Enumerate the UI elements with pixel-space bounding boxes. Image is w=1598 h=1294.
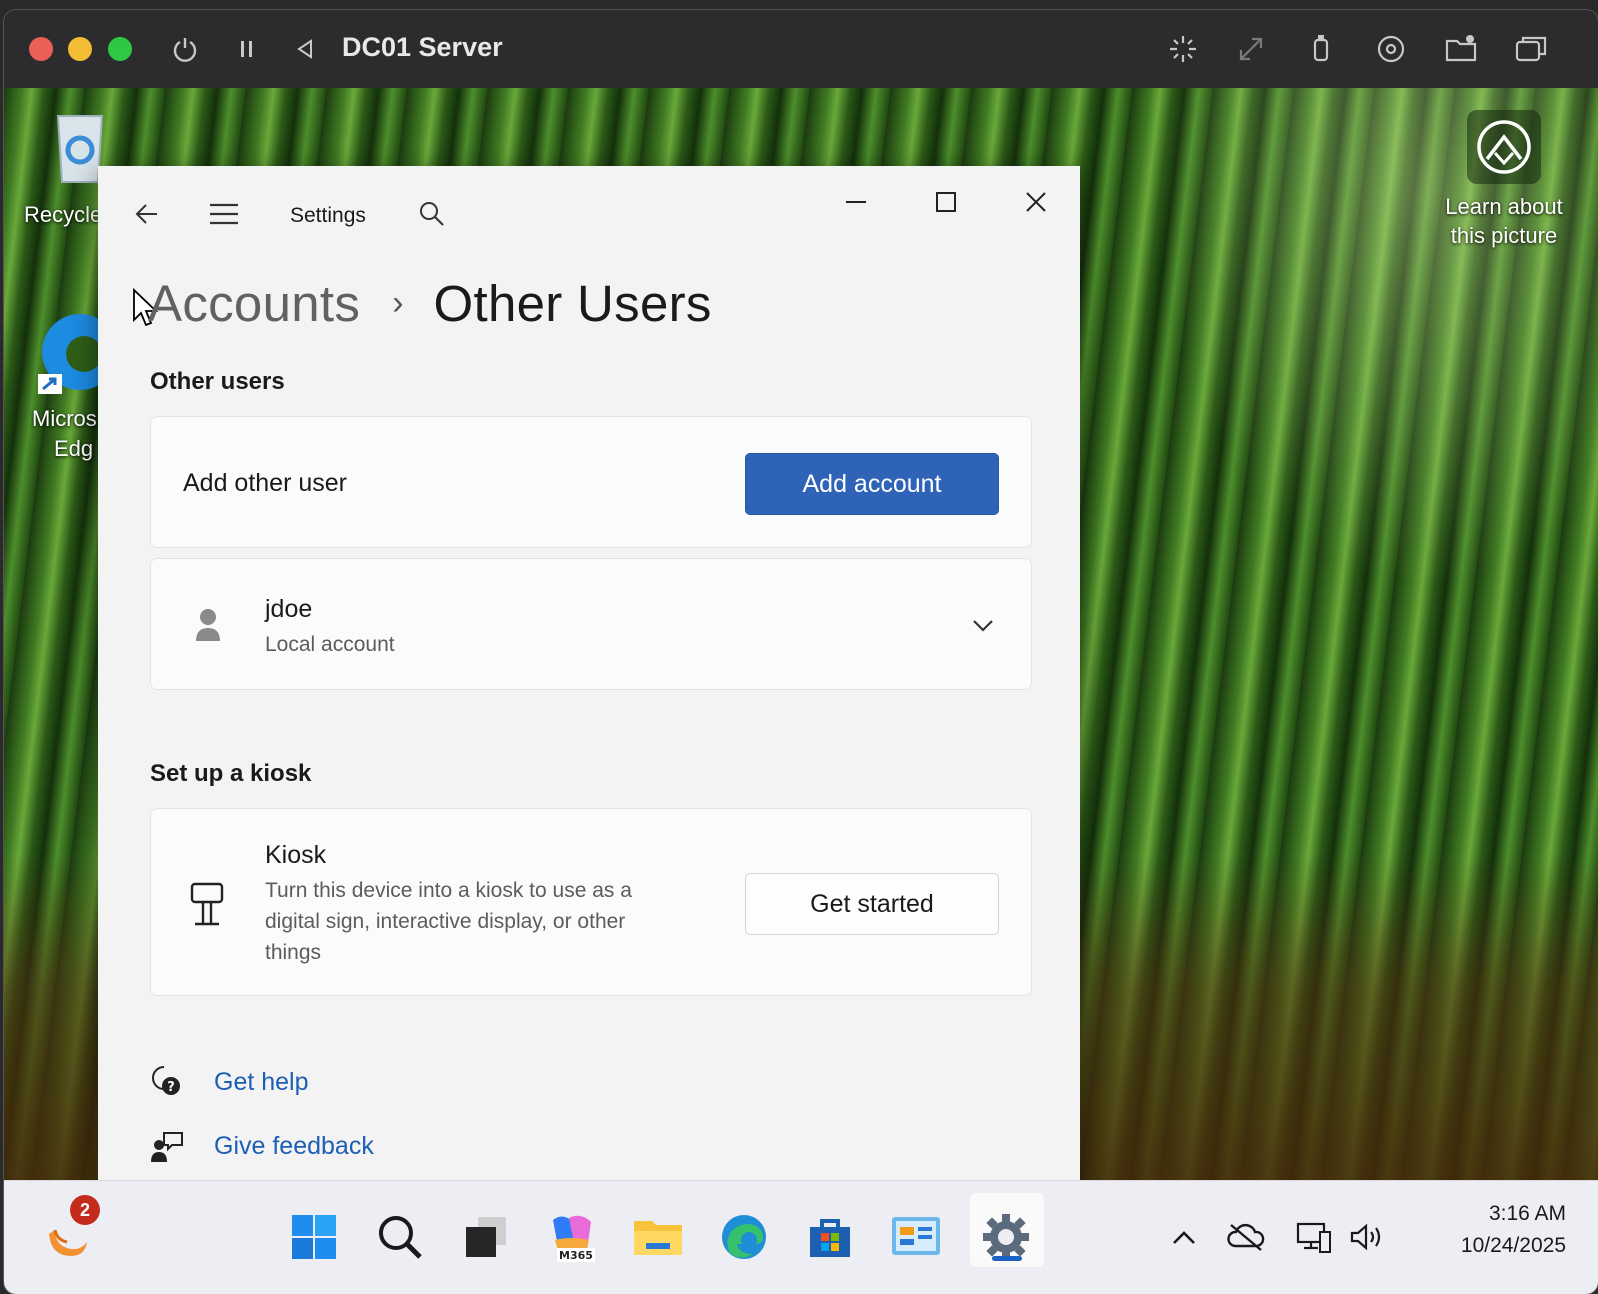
edge-label-line1: Micros: [32, 406, 97, 431]
vm-window: DC01 Server Recycle Micros Edg Learn abo…: [4, 10, 1598, 1294]
add-account-button[interactable]: Add account: [745, 453, 999, 515]
notification-badge: 2: [70, 1195, 100, 1225]
close-icon[interactable]: [1016, 184, 1056, 220]
edge-desktop-icon[interactable]: [34, 304, 118, 394]
search-icon[interactable]: [414, 196, 450, 232]
breadcrumb: Accounts › Other Users: [148, 274, 712, 333]
kiosk-heading: Set up a kiosk: [150, 760, 312, 787]
learn-picture-line1: Learn about: [1445, 194, 1563, 219]
disc-icon[interactable]: [1374, 32, 1408, 66]
power-icon[interactable]: [168, 32, 202, 66]
taskbar-clock[interactable]: 3:16 AM 10/24/2025: [1461, 1198, 1566, 1262]
kiosk-desc-line3: things: [265, 941, 322, 964]
m365-text: M365: [559, 1249, 593, 1262]
file-explorer-icon[interactable]: [630, 1209, 686, 1265]
control-panel-icon[interactable]: [888, 1209, 944, 1265]
settings-window: Settings Accounts › Other Users Other us…: [98, 166, 1080, 1211]
resize-icon[interactable]: [1234, 32, 1268, 66]
edge-icon[interactable]: [716, 1209, 772, 1265]
minimize-icon[interactable]: [836, 184, 876, 220]
help-icon: ?: [150, 1064, 184, 1098]
hamburger-menu-icon[interactable]: [206, 196, 242, 232]
pause-icon[interactable]: [230, 32, 264, 66]
user-name: jdoe: [265, 595, 313, 623]
breadcrumb-separator: ›: [392, 284, 404, 322]
kiosk-desc-line1: Turn this device into a kiosk to use as …: [265, 879, 632, 902]
taskbar: M365: [4, 1180, 1598, 1294]
feedback-icon: [150, 1130, 184, 1164]
add-other-user-label: Add other user: [183, 469, 347, 497]
back-icon[interactable]: [288, 32, 322, 66]
desktop-background: Recycle Micros Edg Learn about this pict…: [4, 88, 1598, 1211]
windows-icon[interactable]: [1514, 32, 1548, 66]
user-card-jdoe[interactable]: jdoe Local account: [150, 558, 1032, 690]
kiosk-icon: [189, 881, 225, 927]
task-view-icon[interactable]: [458, 1209, 514, 1265]
usb-icon[interactable]: [1304, 32, 1338, 66]
maximize-icon[interactable]: [926, 184, 966, 220]
settings-title: Settings: [290, 204, 366, 227]
shared-folder-icon[interactable]: [1444, 32, 1478, 66]
learn-picture-icon: [1467, 110, 1541, 184]
get-started-button[interactable]: Get started: [745, 873, 999, 935]
kiosk-title: Kiosk: [265, 841, 327, 869]
m365-icon[interactable]: M365: [544, 1209, 600, 1265]
breadcrumb-accounts[interactable]: Accounts: [148, 274, 360, 333]
add-user-card: Add other user Add account: [150, 416, 1032, 548]
zoom-window-button[interactable]: [108, 37, 132, 61]
other-users-heading: Other users: [150, 368, 285, 395]
brightness-icon[interactable]: [1166, 32, 1200, 66]
recycle-bin-label: Recycle: [24, 202, 103, 227]
user-account-type: Local account: [265, 633, 395, 656]
edge-label-line2: Edg: [54, 436, 94, 461]
vm-titlebar: DC01 Server: [4, 10, 1598, 88]
start-icon[interactable]: [286, 1209, 342, 1265]
minimize-window-button[interactable]: [68, 37, 92, 61]
vm-title: DC01 Server: [342, 32, 503, 62]
settings-active-indicator: [992, 1256, 1022, 1261]
learn-picture-line2: this picture: [1450, 223, 1558, 248]
kiosk-card: Kiosk Turn this device into a kiosk to u…: [150, 808, 1032, 996]
store-icon[interactable]: [802, 1209, 858, 1265]
get-help-link[interactable]: Get help: [214, 1068, 309, 1097]
network-icon[interactable]: [1294, 1209, 1334, 1265]
user-avatar-icon: [193, 607, 223, 643]
kiosk-desc-line2: digital sign, interactive display, or ot…: [265, 910, 626, 933]
clock-date: 10/24/2025: [1460, 1234, 1566, 1257]
give-feedback-link[interactable]: Give feedback: [214, 1132, 374, 1161]
chevron-down-icon[interactable]: [969, 613, 997, 637]
search-taskbar-icon[interactable]: [372, 1209, 428, 1265]
chevron-up-icon[interactable]: [1164, 1209, 1204, 1265]
clock-time: 3:16 AM: [1488, 1202, 1566, 1225]
back-arrow-icon[interactable]: [128, 196, 164, 232]
svg-text:?: ?: [167, 1080, 175, 1095]
settings-titlebar: Settings: [98, 166, 1080, 256]
volume-icon[interactable]: [1348, 1209, 1388, 1265]
cloud-off-icon[interactable]: [1226, 1209, 1266, 1265]
page-title: Other Users: [433, 275, 712, 332]
learn-about-picture[interactable]: Learn about this picture: [1434, 110, 1574, 250]
close-window-button[interactable]: [29, 37, 53, 61]
